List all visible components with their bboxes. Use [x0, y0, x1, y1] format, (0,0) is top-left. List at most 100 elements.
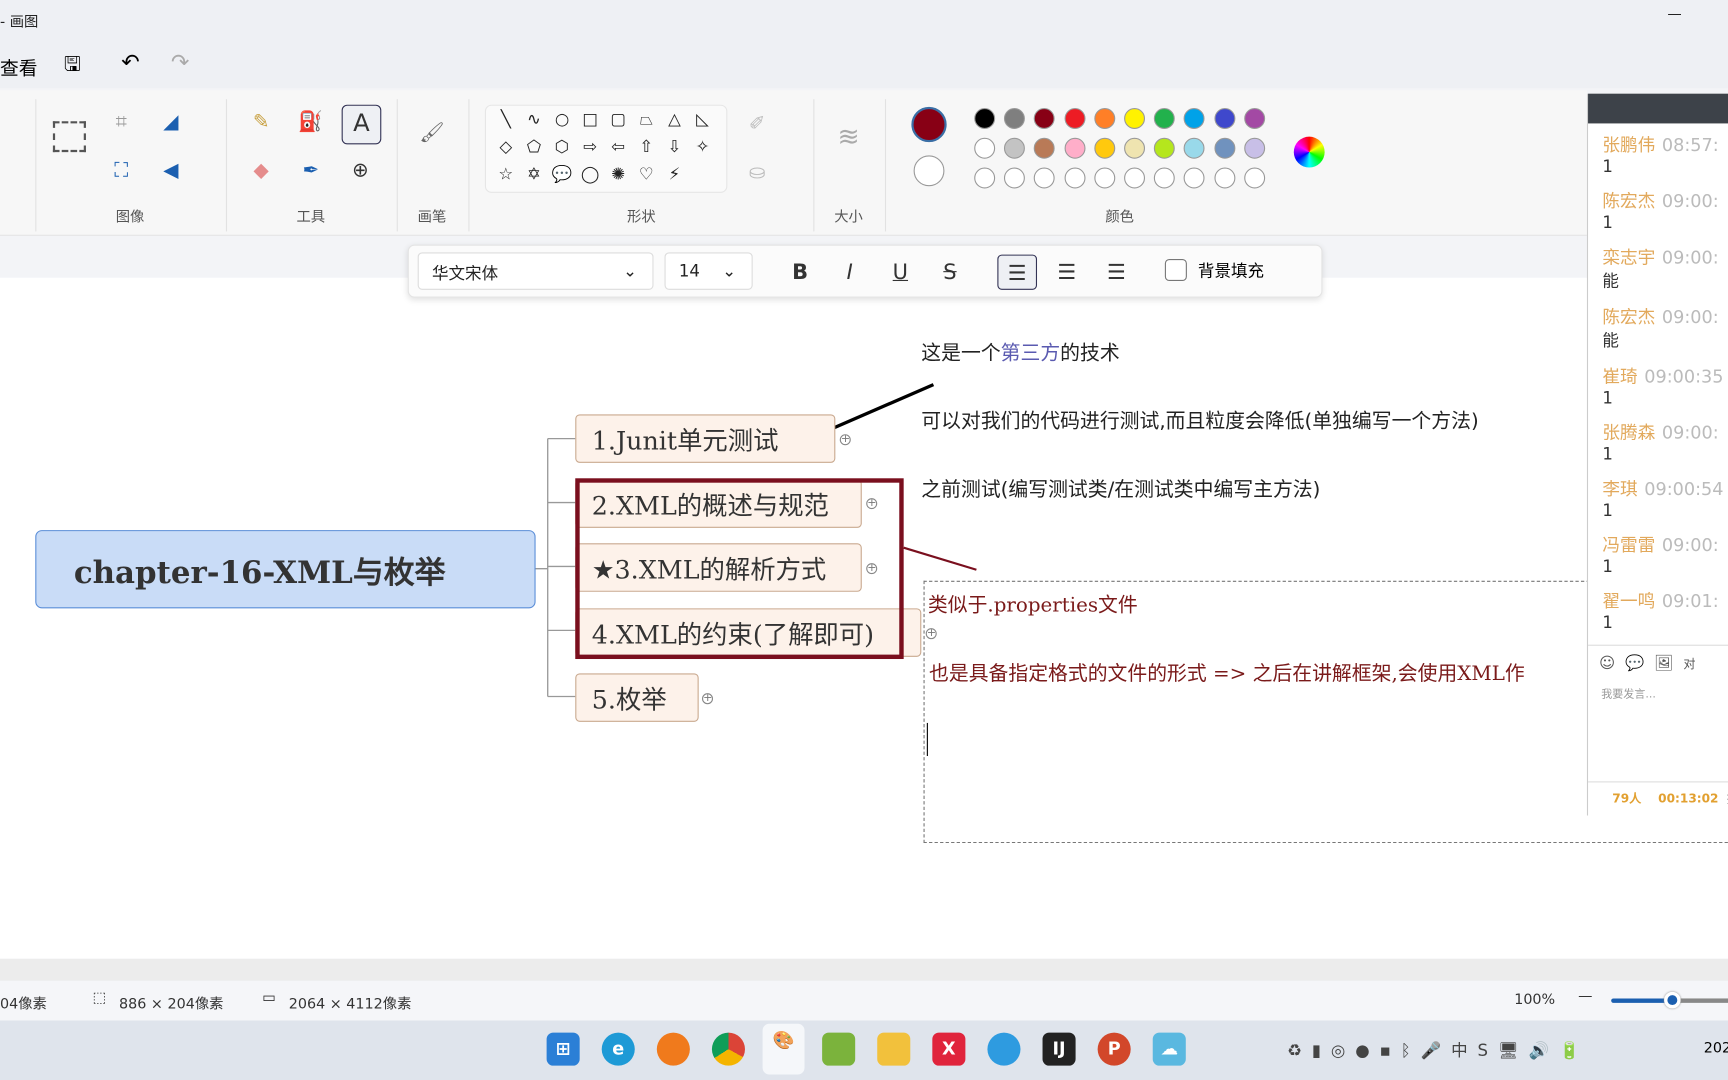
underline-button[interactable]: U: [883, 255, 918, 290]
color-swatch[interactable]: [1154, 167, 1175, 189]
start-icon[interactable]: ⊞: [546, 1032, 580, 1066]
shape-option[interactable]: ✡: [523, 164, 545, 184]
file-explorer-icon[interactable]: [877, 1032, 911, 1066]
eraser-icon[interactable]: ◆: [245, 159, 278, 182]
intellij-icon[interactable]: IJ: [1042, 1032, 1076, 1066]
crop-icon[interactable]: ⌗: [105, 110, 138, 133]
xmind-icon[interactable]: X: [932, 1032, 966, 1066]
powerpoint-icon[interactable]: P: [1097, 1032, 1131, 1066]
color-swatch[interactable]: [1064, 107, 1086, 129]
color-swatch[interactable]: [1094, 167, 1116, 189]
magnifier-icon[interactable]: ⊕: [344, 159, 377, 182]
comment-icon[interactable]: 💬: [1625, 655, 1644, 673]
menu-view[interactable]: 查看: [0, 53, 37, 80]
shape-option[interactable]: ✺: [607, 164, 629, 184]
color-swatch[interactable]: [1243, 167, 1265, 189]
shape-fill-icon[interactable]: ⛀: [741, 161, 774, 184]
save-icon[interactable]: 🖫: [64, 51, 81, 84]
shape-option[interactable]: 💬: [551, 164, 573, 184]
notepad-icon[interactable]: [822, 1032, 856, 1066]
fill-icon[interactable]: ⛽: [294, 110, 327, 133]
color-swatch[interactable]: [1034, 167, 1056, 189]
shape-option[interactable]: ⏢: [635, 109, 657, 129]
background-fill-checkbox[interactable]: [1164, 258, 1187, 282]
edit-colors-icon[interactable]: [1293, 136, 1325, 168]
color-swatch[interactable]: [974, 107, 996, 129]
shape-option[interactable]: ⚡: [663, 164, 685, 184]
color-swatch[interactable]: [1124, 167, 1146, 189]
shape-option[interactable]: ✧: [692, 137, 714, 157]
shape-option[interactable]: ◺: [692, 109, 714, 129]
undo-icon[interactable]: ↶: [121, 48, 139, 74]
shape-option[interactable]: ⇧: [635, 137, 657, 157]
shape-option[interactable]: ◇: [495, 137, 517, 157]
edge-icon[interactable]: e: [601, 1032, 635, 1066]
secondary-color[interactable]: [913, 155, 945, 187]
branch-node[interactable]: 5.枚举: [575, 673, 699, 722]
shape-option[interactable]: ○: [551, 109, 573, 129]
pencil-icon[interactable]: ✎: [245, 110, 278, 133]
select-tool[interactable]: [52, 121, 86, 153]
color-swatch[interactable]: [1184, 167, 1205, 189]
color-swatch[interactable]: [1243, 107, 1265, 129]
color-swatch[interactable]: [1184, 137, 1205, 159]
color-swatch[interactable]: [1004, 137, 1026, 159]
color-swatch[interactable]: [1064, 167, 1086, 189]
shape-option[interactable]: ♡: [635, 164, 657, 184]
shape-option[interactable]: □: [579, 109, 601, 129]
shape-option[interactable]: ⇩: [663, 137, 685, 157]
color-swatch[interactable]: [1154, 137, 1175, 159]
bold-button[interactable]: B: [782, 255, 817, 290]
text-tool-icon[interactable]: A: [341, 104, 382, 145]
strikethrough-button[interactable]: S: [932, 255, 967, 290]
flip-icon[interactable]: ◀: [154, 159, 187, 182]
color-swatch[interactable]: [1094, 137, 1116, 159]
cloud-app-icon[interactable]: ☁: [1152, 1032, 1186, 1066]
chat-input[interactable]: 我要发言...: [1601, 684, 1656, 701]
zoom-out-button[interactable]: —: [1578, 989, 1592, 1006]
chrome-icon[interactable]: [711, 1032, 745, 1066]
color-swatch[interactable]: [1154, 107, 1175, 129]
shape-option[interactable]: ⇨: [579, 137, 601, 157]
color-swatch[interactable]: [1214, 107, 1235, 129]
search-app-icon[interactable]: [987, 1032, 1021, 1066]
emoji-icon[interactable]: ☺: [1599, 655, 1615, 673]
shape-option[interactable]: ◯: [579, 164, 601, 184]
shape-option[interactable]: △: [663, 109, 685, 129]
color-swatch[interactable]: [1124, 107, 1146, 129]
expand-icon[interactable]: +: [701, 693, 714, 705]
color-swatch[interactable]: [1064, 137, 1086, 159]
color-swatch[interactable]: [1004, 107, 1026, 129]
shape-option[interactable]: ╲: [495, 109, 517, 129]
shape-option[interactable]: ∿: [523, 109, 545, 129]
brush-icon[interactable]: 🖌: [415, 121, 448, 144]
firefox-icon[interactable]: [656, 1032, 690, 1066]
resize-icon[interactable]: ⛶: [105, 159, 138, 182]
align-right-button[interactable]: ☰: [1099, 255, 1134, 290]
canvas[interactable]: chapter-16-XML与枚举 1.Junit单元测试 2.XML的概述与规…: [0, 277, 1728, 959]
color-swatch[interactable]: [1214, 137, 1235, 159]
system-tray[interactable]: ♻▮◎●▪ᛒ🎤中S🖥🔊🔋: [1287, 1038, 1590, 1061]
align-center-button[interactable]: ☰: [1049, 255, 1084, 290]
color-swatch[interactable]: [974, 137, 996, 159]
color-swatch[interactable]: [1034, 137, 1056, 159]
redo-icon[interactable]: ↷: [171, 48, 189, 74]
font-size-select[interactable]: 14 ⌄: [664, 252, 753, 290]
minimize-button[interactable]: —: [1667, 7, 1681, 24]
color-swatch[interactable]: [1034, 107, 1056, 129]
primary-color[interactable]: [911, 106, 947, 143]
color-swatch[interactable]: [1124, 137, 1146, 159]
outline-icon[interactable]: ✐: [741, 112, 774, 135]
shape-option[interactable]: ⇦: [607, 137, 629, 157]
color-swatch[interactable]: [974, 167, 996, 189]
shape-option[interactable]: ▢: [607, 109, 629, 129]
shape-option[interactable]: ☆: [495, 164, 517, 184]
paint-icon[interactable]: 🎨: [762, 1023, 805, 1075]
expand-icon[interactable]: +: [839, 434, 851, 446]
color-swatch[interactable]: [1184, 107, 1205, 129]
color-swatch[interactable]: [1243, 137, 1265, 159]
image-icon[interactable]: 🖼: [1654, 655, 1674, 673]
rotate-icon[interactable]: ◢: [154, 110, 187, 133]
shape-option[interactable]: ⬠: [523, 137, 545, 157]
shape-option[interactable]: ⬡: [551, 137, 573, 157]
